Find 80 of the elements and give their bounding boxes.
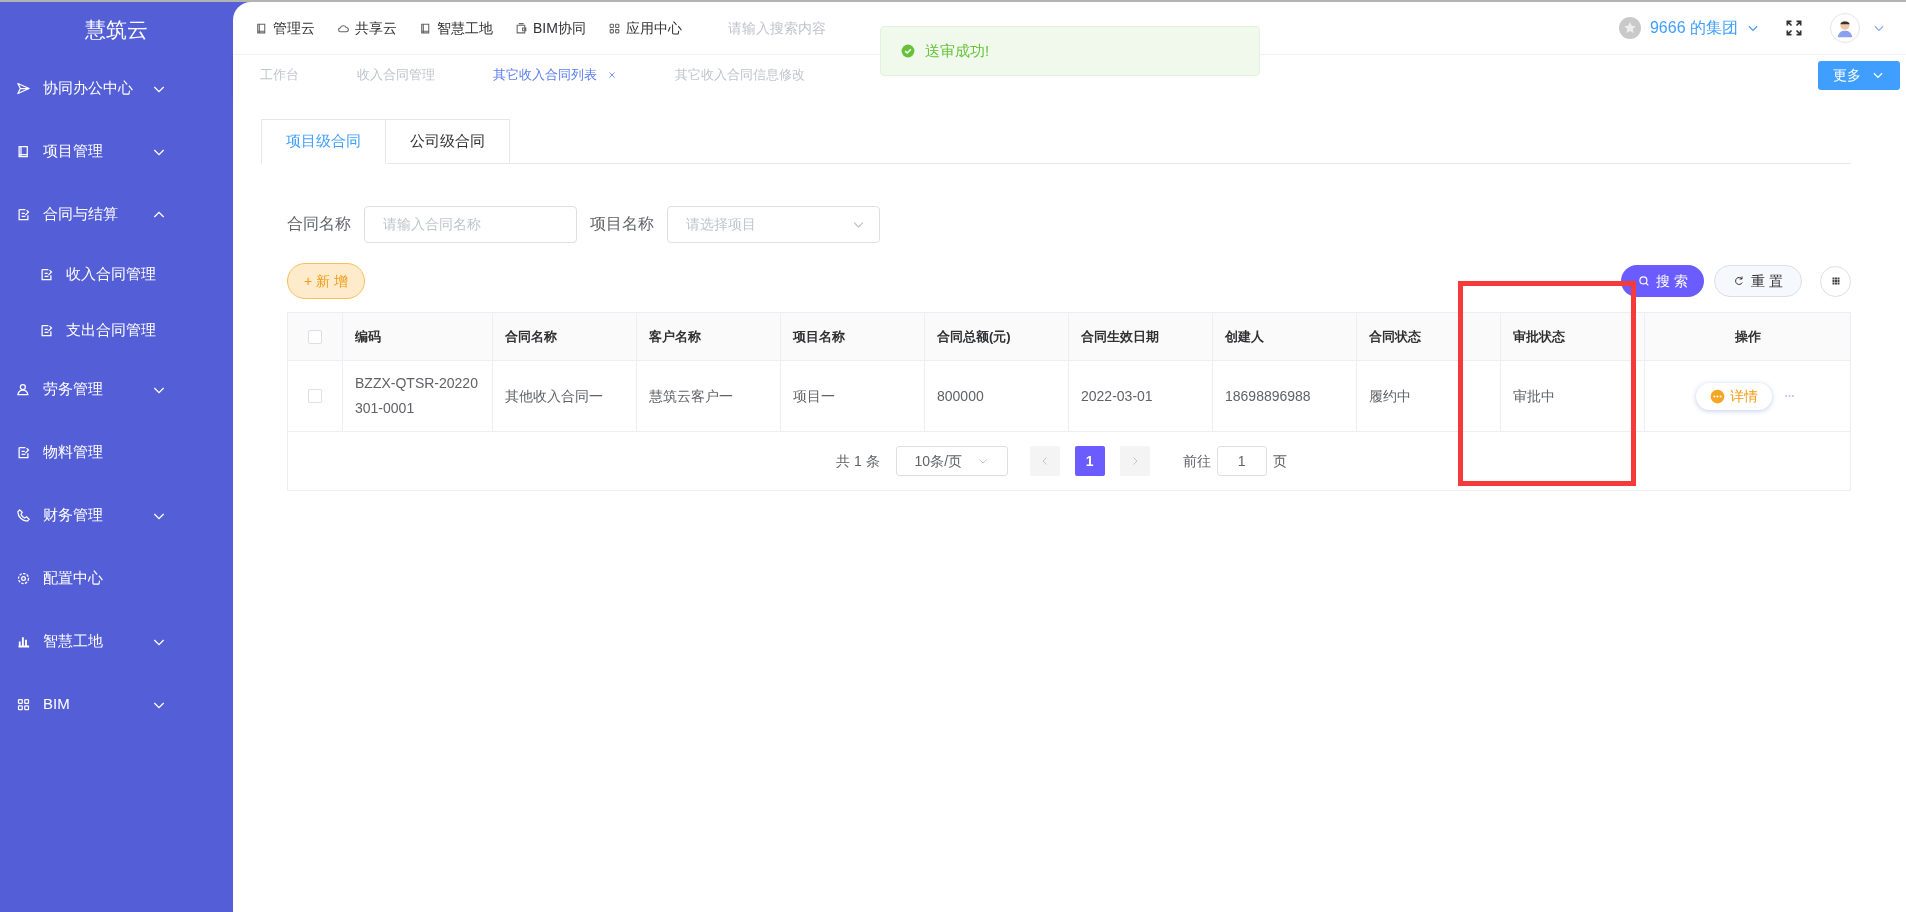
sidebar-menu-item[interactable]: 协同办公中心 (16, 77, 133, 100)
reset-button[interactable]: 重 置 (1714, 265, 1802, 297)
column-header: 合同状态 (1369, 327, 1421, 346)
document-edit-icon (16, 445, 31, 460)
sidebar-submenu-item[interactable]: 收入合同管理 (0, 246, 156, 302)
contract-tab[interactable]: 项目级合同 (261, 119, 386, 164)
next-page-button[interactable] (1119, 446, 1150, 476)
table-cell-text: 18698896988 (1225, 386, 1311, 406)
send-icon (16, 81, 31, 96)
fullscreen-icon (1784, 18, 1804, 38)
success-toast: 送审成功! (880, 26, 1260, 76)
sidebar-menu-item[interactable]: BIM (16, 693, 70, 716)
book-icon (16, 144, 31, 159)
sidebar-menu-item[interactable]: 合同与结算 (16, 203, 118, 226)
page-tab[interactable]: 其它收入合同列表 (478, 55, 632, 95)
refresh-icon (1733, 275, 1746, 287)
document-edit-icon (39, 322, 54, 338)
table-cell-text: 审批中 (1513, 386, 1555, 406)
contract-name-field[interactable]: 请输入合同名称 (364, 205, 577, 243)
sidebar-menu-item[interactable]: 智慧工地 (16, 630, 103, 653)
table-cell-text: 项目一 (793, 386, 835, 406)
page-number-button[interactable]: 1 (1074, 446, 1105, 476)
wallet-icon (515, 21, 528, 35)
column-header: 编码 (355, 327, 381, 346)
search-field[interactable]: 请输入搜索内容 (727, 13, 848, 43)
top-nav-link[interactable]: 共享云 (337, 17, 397, 39)
table-cell-text: 履约中 (1369, 386, 1411, 406)
success-check-icon (901, 44, 915, 58)
sidebar-menu-item[interactable]: 劳务管理 (16, 378, 103, 401)
sidebar-menu-item[interactable]: 物料管理 (16, 441, 103, 464)
sidebar-menu-item[interactable]: 财务管理 (16, 504, 103, 527)
table-cell-text: 慧筑云客户一 (649, 386, 733, 406)
top-nav-link[interactable]: 应用中心 (607, 17, 682, 39)
column-header: 合同名称 (505, 327, 557, 346)
app-logo: 慧筑云 (84, 16, 149, 43)
book-icon (255, 21, 268, 35)
column-header: 审批状态 (1513, 327, 1565, 346)
table-cell-text: 2022-03-01 (1081, 386, 1153, 406)
sidebar-submenu-item[interactable]: 支出合同管理 (0, 302, 156, 358)
page-jump-field[interactable]: 1 (1216, 446, 1267, 476)
document-edit-icon (16, 207, 31, 222)
top-nav-link[interactable]: 管理云 (255, 17, 315, 39)
column-header: 项目名称 (793, 327, 845, 346)
total-count: 共 1 条 (836, 451, 880, 471)
column-header: 创建人 (1225, 327, 1264, 346)
previous-page-button[interactable] (1029, 446, 1060, 476)
grid-icon (607, 21, 621, 35)
goto-label: 前往 (1182, 451, 1211, 471)
contract-tab[interactable]: 公司级合同 (386, 119, 510, 164)
select-all-checkbox[interactable] (308, 329, 322, 344)
sidebar-menu-item[interactable]: 项目管理 (16, 140, 103, 163)
search-button[interactable]: 搜 索 (1621, 265, 1705, 297)
table-cell-text: 其他收入合同一 (505, 386, 603, 406)
phone-icon (16, 508, 31, 523)
star-badge-icon (1617, 16, 1642, 40)
filter-label: 项目名称 (590, 214, 654, 234)
user-icon (16, 382, 31, 397)
settings-icon (16, 571, 31, 586)
page-suffix: 页 (1272, 451, 1287, 471)
more-dots-icon (1710, 388, 1725, 404)
organization-switcher[interactable]: 9666 的集团 (1617, 16, 1760, 40)
table-cell-text: BZZX-QTSR-20220301-0001 (355, 374, 479, 418)
column-header: 客户名称 (649, 327, 701, 346)
table-cell-text: 800000 (937, 386, 984, 406)
grid-icon (16, 697, 31, 712)
column-header: 合同生效日期 (1081, 327, 1159, 346)
more-button[interactable]: 更多 (1818, 60, 1900, 90)
top-nav-link[interactable]: 智慧工地 (419, 17, 493, 39)
document-edit-icon (39, 266, 54, 282)
column-header: 操作 (1734, 327, 1761, 346)
row-checkbox[interactable] (308, 389, 322, 403)
top-nav-link[interactable]: BIM协同 (515, 17, 586, 39)
book-icon (419, 21, 432, 35)
column-header: 合同总额(元) (937, 327, 1011, 346)
filter-label: 合同名称 (287, 214, 351, 234)
page-size-select[interactable]: 10条/页 (895, 446, 1008, 476)
sidebar-menu-item[interactable]: 配置中心 (16, 567, 103, 590)
bar-chart-icon (16, 634, 31, 649)
project-select[interactable]: 请选择项目 (667, 205, 880, 243)
close-icon (607, 70, 617, 80)
